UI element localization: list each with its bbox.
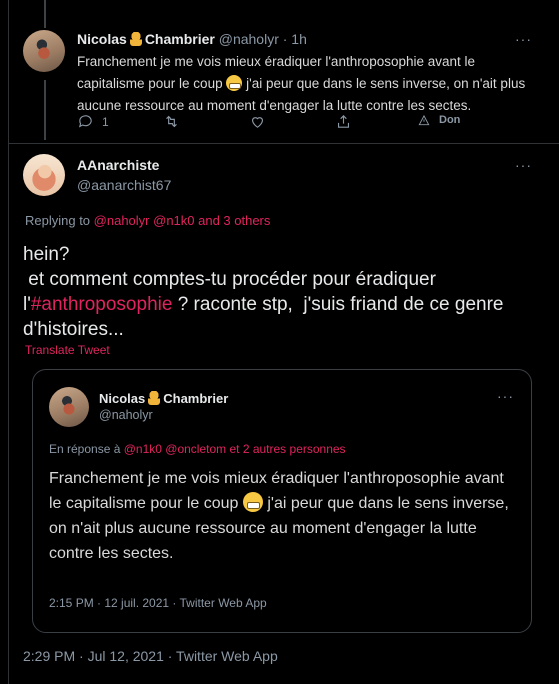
avatar — [49, 387, 89, 427]
quoted-author-handle: @naholyr — [99, 408, 153, 422]
quoted-reply-links[interactable]: @n1k0 @oncletom et 2 autres personnes — [124, 442, 346, 456]
more-options-icon[interactable]: ··· — [515, 157, 532, 173]
quoted-timestamp: 2:15 PM · 12 juil. 2021 · Twitter Web Ap… — [49, 596, 267, 610]
divider — [9, 143, 559, 144]
avatar[interactable] — [23, 154, 65, 196]
author-handle[interactable]: @aanarchist67 — [77, 177, 171, 193]
replying-to-links[interactable]: @naholyr @n1k0 and 3 others — [94, 213, 271, 228]
replying-to: Replying to @naholyr @n1k0 and 3 others — [25, 213, 271, 228]
quoted-tweet[interactable]: Nicolas Chambrier @naholyr ··· En réponse… — [32, 369, 532, 633]
golden-person-emoji-icon — [148, 391, 161, 405]
author-handle-time[interactable]: @naholyr · 1h — [219, 31, 307, 47]
share-icon — [337, 115, 350, 128]
donate-icon — [418, 114, 430, 126]
reply-icon — [78, 115, 92, 128]
donate-button[interactable]: Don — [417, 113, 460, 127]
tweet-actions: 1 Don — [77, 113, 497, 135]
author-name[interactable]: Nicolas Chambrier @naholyr · 1h — [77, 31, 307, 47]
retweet-button[interactable] — [163, 113, 180, 130]
left-frame — [0, 0, 9, 684]
reply-button[interactable]: 1 — [77, 113, 109, 130]
thread-line-top — [44, 0, 46, 28]
thread-line — [44, 80, 46, 140]
quoted-author-name: Nicolas Chambrier — [99, 391, 229, 406]
more-options-icon[interactable]: ··· — [515, 31, 532, 47]
author-name[interactable]: AAnarchiste — [77, 157, 159, 173]
translate-tweet-link[interactable]: Translate Tweet — [25, 343, 110, 357]
hashtag-link[interactable]: #anthroposophie — [31, 294, 173, 315]
grimacing-face-emoji-icon — [242, 492, 263, 512]
share-button[interactable] — [335, 113, 352, 130]
avatar[interactable] — [23, 30, 65, 72]
tweet-text: hein? et comment comptes-tu procéder pou… — [23, 244, 509, 340]
donate-label: Don — [439, 114, 461, 126]
grimacing-face-emoji-icon — [226, 75, 243, 91]
quoted-tweet-text: Franchement je me vois mieux éradiquer l… — [49, 470, 509, 562]
quoted-replying-to: En réponse à @n1k0 @oncletom et 2 autres… — [49, 442, 346, 456]
tweet-timestamp[interactable]: 2:29 PM · Jul 12, 2021 · Twitter Web App — [23, 648, 278, 664]
retweet-icon — [166, 115, 177, 128]
golden-person-emoji-icon — [129, 32, 142, 46]
tweet-text: Franchement je me vois mieux éradiquer l… — [77, 54, 526, 113]
more-options-icon[interactable]: ··· — [497, 388, 514, 404]
heart-icon — [251, 117, 264, 128]
reply-count: 1 — [102, 114, 109, 129]
like-button[interactable] — [249, 113, 266, 130]
